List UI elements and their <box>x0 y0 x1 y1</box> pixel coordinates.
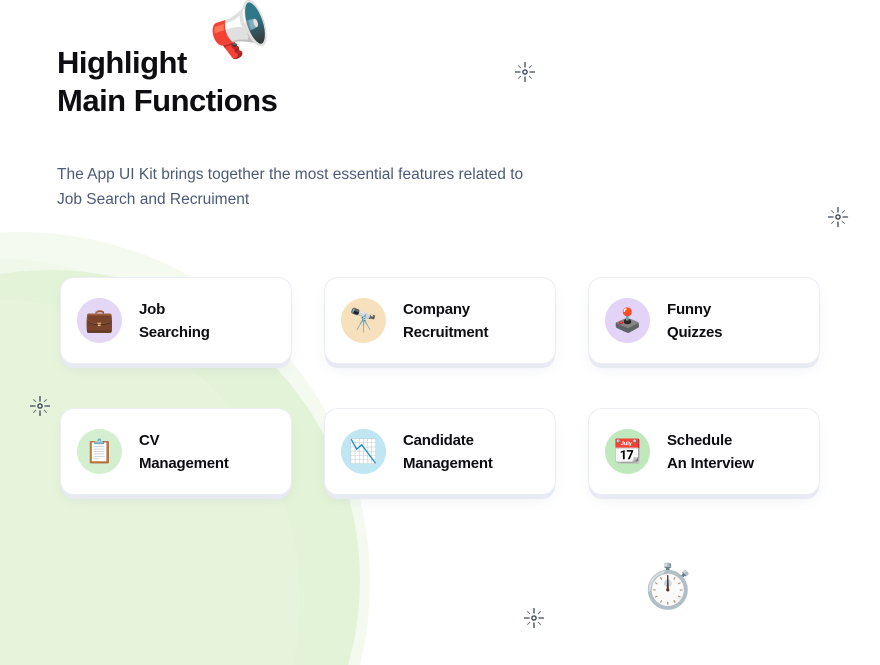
feature-card-label-line-2: Management <box>403 454 493 472</box>
sparkle-icon <box>514 61 536 83</box>
feature-card-label-line-2: Quizzes <box>667 323 723 341</box>
feature-card-grid: 💼 Job Searching 🔭 Company Recruitment 🕹️ Funny Q… <box>60 277 822 495</box>
feature-card-label: Funny Quizzes <box>667 298 722 344</box>
feature-card-label-line-2: An Interview <box>667 454 754 472</box>
feature-card[interactable]: 🔭 Company Recruitment <box>324 277 556 364</box>
feature-card[interactable]: 📉 Candidate Management <box>324 408 556 495</box>
page-header: Highlight Main Functions 📢 The App UI Ki… <box>57 0 537 212</box>
sparkle-icon <box>827 206 849 228</box>
sparkle-icon <box>29 395 51 417</box>
feature-card[interactable]: 📋 CV Management <box>60 408 292 495</box>
feature-card-label-line-2: Management <box>139 454 229 472</box>
page-title: Highlight Main Functions 📢 <box>57 0 537 120</box>
headline-line-2: Main Functions <box>57 83 278 118</box>
feature-card-label: Schedule An Interview <box>667 429 754 475</box>
feature-card-label-line-2: Searching <box>139 323 210 341</box>
chart-decreasing-icon: 📉 <box>341 429 386 474</box>
feature-card[interactable]: 📆 Schedule An Interview <box>588 408 820 495</box>
feature-card[interactable]: 💼 Job Searching <box>60 277 292 364</box>
feature-card-label-line-1: Candidate <box>403 431 474 449</box>
binoculars-icon: 🔭 <box>341 298 386 343</box>
feature-card-label: Candidate Management <box>403 429 493 475</box>
feature-card-label-line-1: Company <box>403 300 470 318</box>
joystick-icon: 🕹️ <box>605 298 650 343</box>
feature-card-label: Job Searching <box>139 298 210 344</box>
clipboard-icon: 📋 <box>77 429 122 474</box>
calendar-icon: 📆 <box>605 429 650 474</box>
feature-card-label-line-1: CV <box>139 431 160 449</box>
feature-card-label-line-1: Job <box>139 300 166 318</box>
briefcase-icon: 💼 <box>77 298 122 343</box>
feature-card-label: CV Management <box>139 429 229 475</box>
page-subtitle: The App UI Kit brings together the most … <box>57 166 524 208</box>
feature-card-label-line-1: Funny <box>667 300 711 318</box>
feature-card-label-line-2: Recruitment <box>403 323 489 341</box>
sparkle-icon <box>523 607 545 629</box>
stopwatch-icon: ⏱️ <box>641 563 695 611</box>
headline-line-1: Highlight <box>57 45 187 80</box>
feature-card[interactable]: 🕹️ Funny Quizzes <box>588 277 820 364</box>
feature-card-label: Company Recruitment <box>403 298 489 344</box>
feature-card-label-line-1: Schedule <box>667 431 733 449</box>
